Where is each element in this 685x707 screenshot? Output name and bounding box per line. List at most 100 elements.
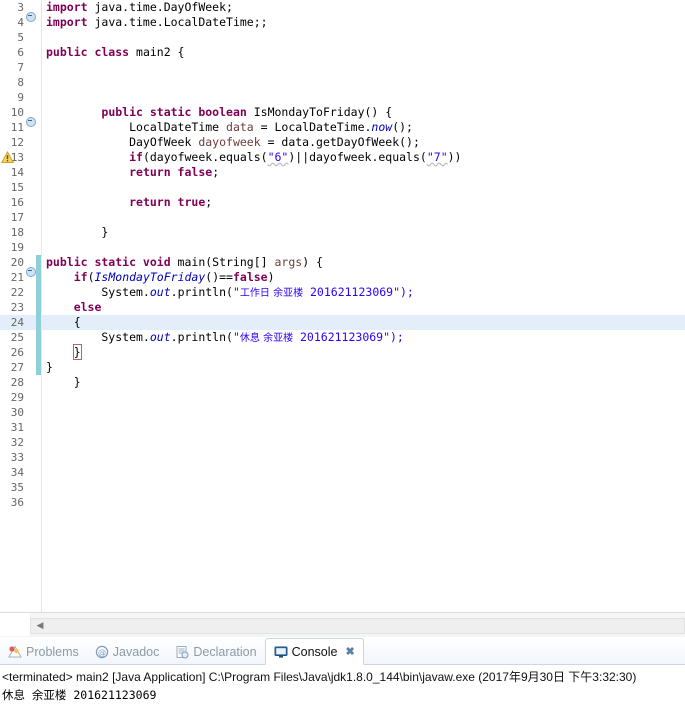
code-line[interactable]: 3 import java.time.DayOfWeek; xyxy=(0,0,685,22)
code-text[interactable]: import java.time.DayOfWeek; xyxy=(41,0,685,15)
code-line[interactable]: 15 xyxy=(0,180,685,195)
code-line[interactable]: 30 xyxy=(0,405,685,420)
change-bar xyxy=(36,210,41,225)
code-text[interactable]: LocalDateTime data = LocalDateTime.now()… xyxy=(41,120,685,135)
code-token: } xyxy=(46,225,109,239)
line-number: 4 xyxy=(17,16,24,29)
code-text[interactable]: DayOfWeek dayofweek = data.getDayOfWeek(… xyxy=(41,135,685,150)
scrollbar-left-pad xyxy=(0,613,30,636)
code-text[interactable]: System.out.println("工作日 余亚楼 201621123069… xyxy=(41,285,685,301)
code-text[interactable]: public static void main(String[] args) { xyxy=(41,255,685,270)
line-number: 3 xyxy=(17,1,24,14)
panel-tab-console[interactable]: Console ✖ xyxy=(264,638,364,665)
code-token: out xyxy=(149,329,171,344)
code-text[interactable]: else xyxy=(41,300,685,315)
code-text[interactable]: } xyxy=(41,375,685,390)
code-text[interactable]: public static boolean IsMondayToFriday()… xyxy=(41,105,685,120)
code-line[interactable]: 13 if(dayofweek.equals("6")||dayofweek.e… xyxy=(0,150,685,165)
code-line[interactable]: 34 xyxy=(0,465,685,480)
code-line[interactable]: 18 } xyxy=(0,225,685,240)
bottom-panel: Problems @ Javadoc Declaration Console ✖ <ter… xyxy=(0,637,685,707)
line-number: 35 xyxy=(10,481,24,494)
panel-tab-problems[interactable]: Problems xyxy=(0,640,87,664)
change-bar xyxy=(36,465,41,480)
code-line[interactable]: 12 DayOfWeek dayofweek = data.getDayOfWe… xyxy=(0,135,685,150)
code-token: { xyxy=(46,315,81,329)
code-line[interactable]: 36 xyxy=(0,495,685,510)
line-number: 32 xyxy=(10,436,24,449)
code-token: import xyxy=(46,15,88,29)
code-line[interactable]: 6 public class main2 { xyxy=(0,45,685,60)
code-line[interactable]: 9 xyxy=(0,90,685,105)
code-line[interactable]: 10 public static boolean IsMondayToFrida… xyxy=(0,105,685,127)
code-line[interactable]: 16 return true; xyxy=(0,195,685,210)
code-text[interactable]: return false; xyxy=(41,165,685,180)
panel-tab-declaration[interactable]: Declaration xyxy=(167,640,264,664)
code-line[interactable]: 23 else xyxy=(0,300,685,315)
code-text[interactable]: } xyxy=(41,344,685,360)
code-token: import xyxy=(46,0,88,14)
line-number: 15 xyxy=(10,181,24,194)
editor-horizontal-scrollbar[interactable]: ◀ xyxy=(0,612,685,637)
code-text[interactable]: if(dayofweek.equals("6")||dayofweek.equa… xyxy=(41,150,685,165)
panel-tab-javadoc[interactable]: @ Javadoc xyxy=(87,640,168,664)
code-line[interactable]: 4 import java.time.LocalDateTime;; xyxy=(0,15,685,30)
code-line[interactable]: 35 xyxy=(0,480,685,495)
code-text[interactable]: return true; xyxy=(41,195,685,210)
code-line[interactable]: 29 xyxy=(0,390,685,405)
code-line[interactable]: 25 System.out.println("休息 余亚楼 2016211230… xyxy=(0,330,685,345)
code-line[interactable]: 14 return false; xyxy=(0,165,685,180)
code-text[interactable]: System.out.println("休息 余亚楼 201621123069"… xyxy=(41,330,685,346)
code-line[interactable]: 5 xyxy=(0,30,685,45)
code-line[interactable]: 33 xyxy=(0,450,685,465)
code-line[interactable]: 26 } xyxy=(0,344,685,360)
code-token: if xyxy=(73,270,88,284)
code-line[interactable]: 11 LocalDateTime data = LocalDateTime.no… xyxy=(0,120,685,135)
code-text[interactable]: if(IsMondayToFriday()==false) xyxy=(41,270,685,285)
code-token: " xyxy=(232,284,240,299)
code-token: System. xyxy=(46,284,150,299)
code-line[interactable]: 32 xyxy=(0,435,685,450)
code-text[interactable]: { xyxy=(41,315,685,330)
java-editor[interactable]: 3 import java.time.DayOfWeek; 4 import java… xyxy=(0,0,685,612)
console-output[interactable]: 休息 余亚楼 201621123069 xyxy=(0,685,685,703)
code-token: return false xyxy=(129,165,213,179)
code-token: System. xyxy=(46,329,150,344)
line-number: 31 xyxy=(10,421,24,434)
code-line[interactable]: 31 xyxy=(0,420,685,435)
code-line[interactable]: 19 xyxy=(0,240,685,255)
change-bar xyxy=(36,495,41,510)
scrollbar-track[interactable] xyxy=(30,618,685,634)
code-text[interactable]: import java.time.LocalDateTime;; xyxy=(41,15,685,30)
code-line[interactable]: 21 if(IsMondayToFriday()==false) xyxy=(0,270,685,285)
code-text[interactable]: public class main2 { xyxy=(41,45,685,60)
code-token: 工作日 余亚楼 xyxy=(239,287,304,299)
code-line[interactable]: 17 xyxy=(0,210,685,225)
line-number: 23 xyxy=(10,301,24,314)
eclipse-ide-window: 3 import java.time.DayOfWeek; 4 import java… xyxy=(0,0,685,707)
code-token: "7" xyxy=(426,150,448,164)
code-token: else xyxy=(73,300,102,314)
code-text[interactable]: } xyxy=(41,225,685,240)
code-line[interactable]: 22 System.out.println("工作日 余亚楼 201621123… xyxy=(0,285,685,300)
code-line[interactable]: 24 { xyxy=(0,315,685,330)
code-line[interactable]: 27} xyxy=(0,360,685,375)
panel-tab-bar[interactable]: Problems @ Javadoc Declaration Console ✖ xyxy=(0,637,685,665)
code-token: IsMondayToFriday() { xyxy=(246,105,393,119)
code-token: java.time.LocalDateTime;; xyxy=(87,15,268,29)
code-line[interactable]: 8 xyxy=(0,75,685,90)
code-text[interactable]: } xyxy=(41,360,685,375)
close-icon[interactable]: ✖ xyxy=(345,645,354,658)
code-line[interactable]: 7 xyxy=(0,60,685,75)
line-number: 33 xyxy=(10,451,24,464)
warning-marker-icon[interactable] xyxy=(0,150,15,164)
line-number: 28 xyxy=(10,376,24,389)
code-line[interactable]: 28 } xyxy=(0,375,685,390)
code-line[interactable]: 20 public static void main(String[] args)… xyxy=(0,255,685,277)
problems-icon xyxy=(8,645,22,659)
line-number: 5 xyxy=(17,31,24,44)
line-number: 14 xyxy=(10,166,24,179)
scroll-left-arrow-icon[interactable]: ◀ xyxy=(34,619,46,631)
code-token: main2 { xyxy=(129,45,185,59)
code-lines-container[interactable]: 3 import java.time.DayOfWeek; 4 import java… xyxy=(0,0,685,612)
